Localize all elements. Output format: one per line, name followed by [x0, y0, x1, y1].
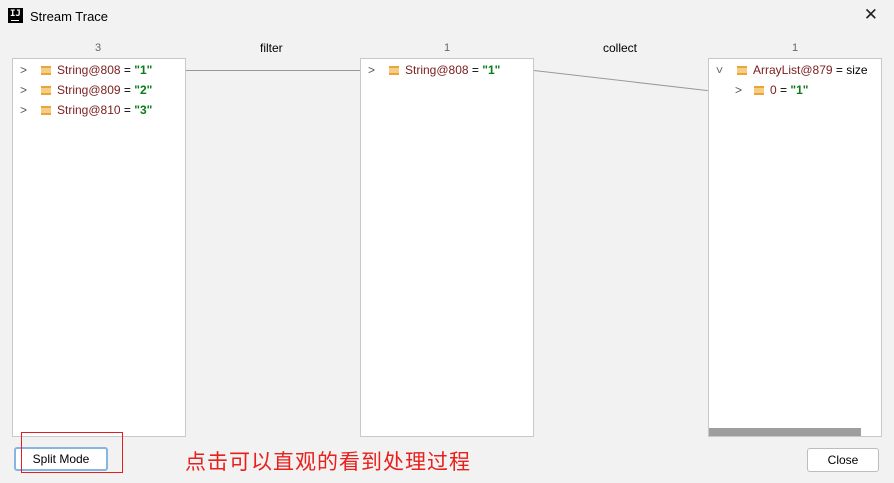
item-value: "1" — [134, 63, 153, 77]
item-name: String@810 — [57, 103, 121, 117]
horizontal-scrollbar[interactable] — [709, 428, 861, 436]
stage-3-count: 1 — [792, 42, 799, 54]
tree-item[interactable]: > String@808 = "1" — [361, 61, 533, 79]
item-name: String@808 — [405, 63, 469, 77]
trace-link-filter — [186, 70, 360, 71]
tree-item[interactable]: > String@810 = "3" — [13, 101, 185, 119]
item-value: "3" — [134, 103, 153, 117]
item-equals: = — [468, 63, 483, 77]
tree-item[interactable]: > 0 = "1" — [709, 81, 881, 99]
trace-link-collect — [533, 70, 708, 92]
tree-item[interactable]: > ArrayList@879 = size — [709, 61, 881, 79]
item-value: "2" — [134, 83, 153, 97]
item-equals: = — [120, 83, 135, 97]
stage-panel-filter[interactable]: > String@808 = "1" — [360, 58, 534, 437]
item-name: ArrayList@879 — [753, 63, 833, 77]
item-equals: = — [120, 63, 135, 77]
tree-item[interactable]: > String@808 = "1" — [13, 61, 185, 79]
annotation-highlight-box — [21, 432, 123, 473]
stage-panel-source[interactable]: > String@808 = "1" > String@809 = "2" > … — [12, 58, 186, 437]
item-equals: = — [120, 103, 135, 117]
intellij-app-icon: IJ — [8, 8, 23, 23]
field-icon — [754, 86, 764, 95]
title-bar: IJ Stream Trace ✕ — [0, 0, 894, 32]
window-title: Stream Trace — [30, 9, 109, 24]
operation-filter-label: filter — [260, 41, 283, 55]
item-name: 0 — [770, 83, 777, 97]
chevron-right-icon[interactable]: > — [735, 81, 742, 99]
item-equals: = — [832, 63, 847, 77]
stage-panel-collect[interactable]: > ArrayList@879 = size > 0 = "1" — [708, 58, 882, 437]
window-close-icon[interactable]: ✕ — [864, 6, 878, 24]
operation-collect-label: collect — [603, 41, 638, 55]
tree-item[interactable]: > String@809 = "2" — [13, 81, 185, 99]
stage-1-count: 3 — [95, 42, 102, 54]
item-value: size — [846, 63, 868, 77]
item-value: "1" — [482, 63, 501, 77]
item-value: "1" — [790, 83, 809, 97]
chevron-right-icon[interactable]: > — [20, 81, 27, 99]
item-name: String@809 — [57, 83, 121, 97]
chevron-down-icon[interactable]: > — [711, 66, 729, 73]
field-icon — [41, 106, 51, 115]
field-icon — [737, 66, 747, 75]
chevron-right-icon[interactable]: > — [20, 101, 27, 119]
close-button[interactable]: Close — [807, 448, 879, 472]
field-icon — [389, 66, 399, 75]
chevron-right-icon[interactable]: > — [368, 61, 375, 79]
stage-2-count: 1 — [444, 42, 451, 54]
field-icon — [41, 86, 51, 95]
chevron-right-icon[interactable]: > — [20, 61, 27, 79]
item-equals: = — [776, 83, 791, 97]
item-name: String@808 — [57, 63, 121, 77]
annotation-text: 点击可以直观的看到处理过程 — [185, 450, 471, 474]
field-icon — [41, 66, 51, 75]
